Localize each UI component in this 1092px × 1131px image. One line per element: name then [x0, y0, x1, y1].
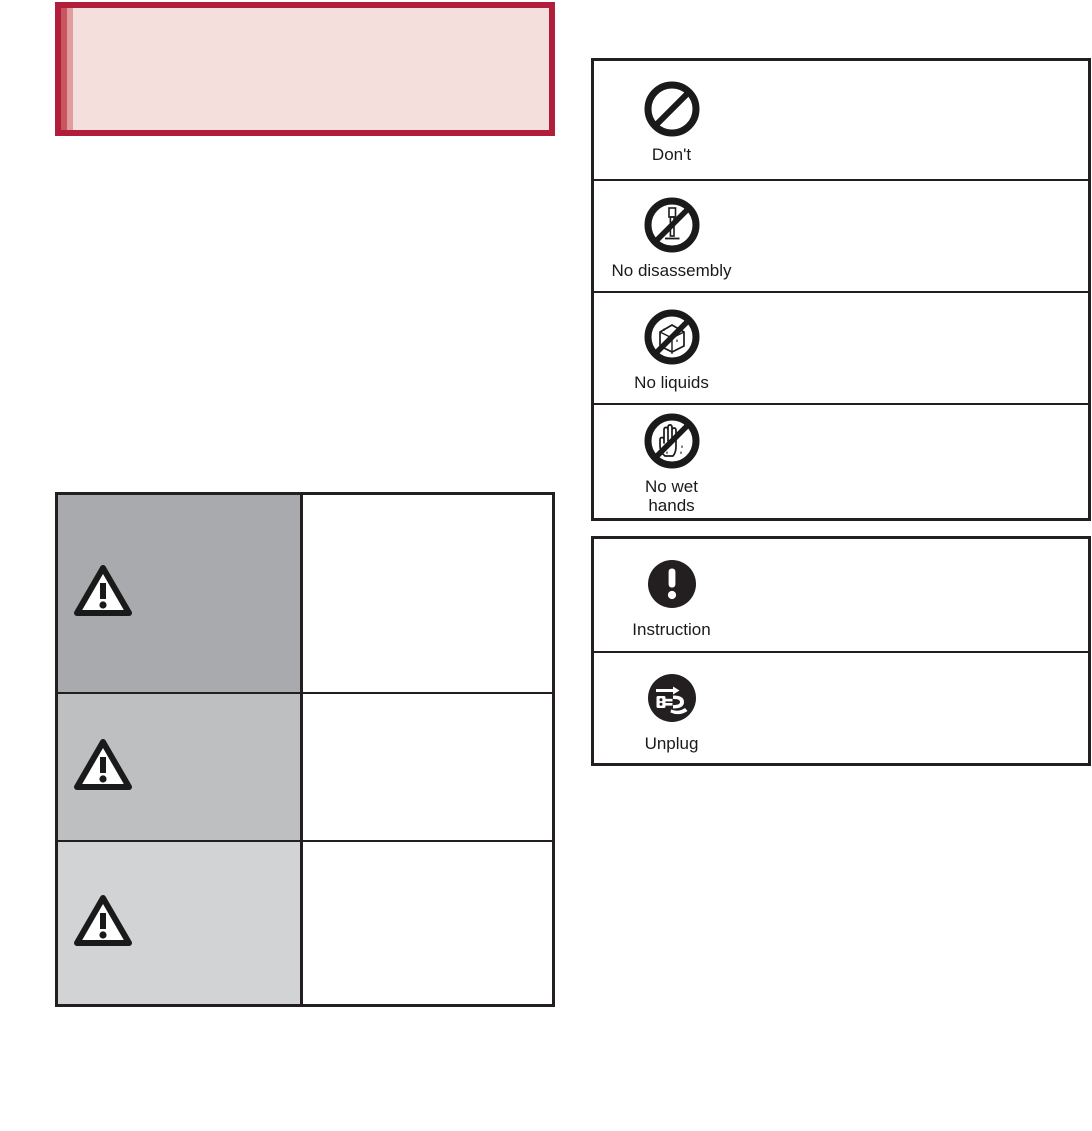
table-row: [58, 495, 552, 694]
mandatory-symbol-table: Instruction Unplug: [591, 536, 1091, 766]
alert-level-table: [55, 492, 555, 1007]
symbol-description: [749, 181, 1088, 291]
table-row: Don't: [594, 61, 1088, 181]
symbol-cell-no-liquids: No liquids: [594, 293, 749, 403]
symbol-description: [749, 539, 1088, 651]
alert-level-cell-warning: [58, 694, 303, 840]
table-row: Instruction: [594, 539, 1088, 653]
symbol-description: [749, 405, 1088, 518]
alert-level-cell-caution: [58, 842, 303, 1004]
no-entry-icon: [643, 80, 701, 143]
symbol-description: [749, 653, 1088, 765]
symbol-description: [749, 61, 1088, 179]
no-disassembly-icon: [643, 196, 701, 259]
alert-level-cell-danger: [58, 495, 303, 692]
table-row: [58, 842, 552, 1004]
symbol-cell-unplug: Unplug: [594, 653, 749, 765]
symbol-label: No wet hands: [645, 477, 698, 515]
symbol-label: Unplug: [644, 733, 699, 753]
symbol-cell-no-disassembly: No disassembly: [594, 181, 749, 291]
symbol-cell-no-wet-hands: No wet hands: [594, 405, 749, 518]
table-row: Unplug: [594, 653, 1088, 765]
prohibition-symbol-table: Don't No disassembly No liquids No wet h…: [591, 58, 1091, 521]
warning-triangle-icon: [74, 894, 132, 952]
symbol-label: No disassembly: [611, 260, 732, 280]
symbol-cell-instruction: Instruction: [594, 539, 749, 651]
table-row: [58, 694, 552, 842]
unplug-icon: [643, 669, 701, 732]
table-row: No disassembly: [594, 181, 1088, 293]
no-wet-hands-icon: [643, 412, 701, 475]
alert-level-description: [303, 495, 552, 692]
notice-banner: [55, 2, 555, 136]
symbol-label: Instruction: [632, 619, 711, 639]
instruction-icon: [643, 555, 701, 618]
table-row: No wet hands: [594, 405, 1088, 518]
symbol-label: Don't: [651, 144, 692, 164]
alert-level-description: [303, 842, 552, 1004]
symbol-cell-dont: Don't: [594, 61, 749, 179]
symbol-description: [749, 293, 1088, 403]
alert-level-description: [303, 694, 552, 840]
symbol-label: No liquids: [634, 372, 709, 392]
warning-triangle-icon: [74, 565, 132, 622]
table-row: No liquids: [594, 293, 1088, 405]
no-liquids-icon: [643, 308, 701, 371]
notice-text: [73, 8, 549, 130]
warning-triangle-icon: [74, 738, 132, 796]
